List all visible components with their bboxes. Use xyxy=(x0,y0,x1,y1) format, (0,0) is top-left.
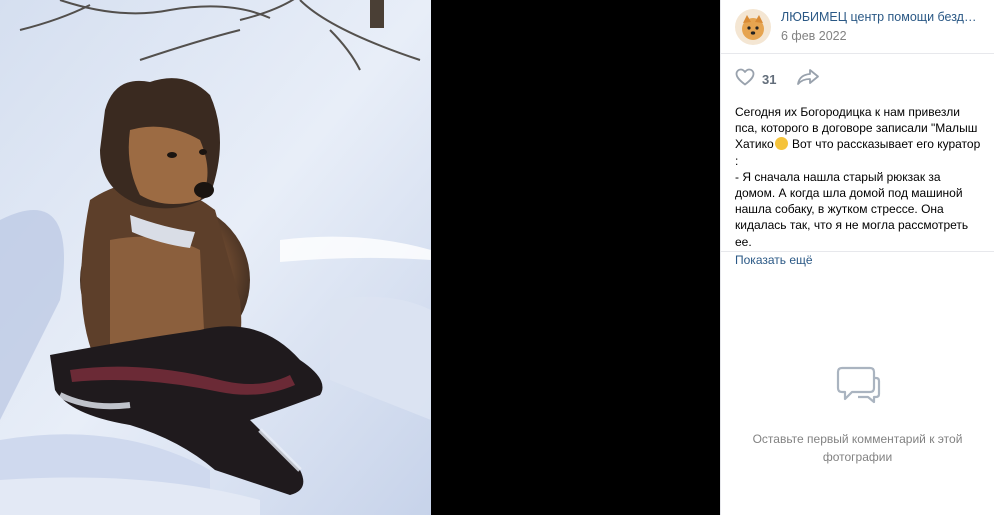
share-button[interactable] xyxy=(796,68,820,91)
dog-photo[interactable] xyxy=(0,0,431,515)
photo-viewer: ЛЮБИМЕЦ центр помощи бездомным 6 фев 202… xyxy=(0,0,994,515)
avatar[interactable] xyxy=(735,8,771,45)
empty-comments-text: Оставьте первый комментарий к этой фотог… xyxy=(752,432,963,464)
post-actions: 31 xyxy=(721,54,994,104)
post-date[interactable]: 6 фев 2022 xyxy=(781,28,980,44)
post-text-part-2: Вот что рассказывает его куратор : - Я с… xyxy=(735,137,981,249)
empty-comments: Оставьте первый комментарий к этой фотог… xyxy=(721,364,994,466)
photo-area[interactable] xyxy=(0,0,720,515)
divider xyxy=(721,251,994,252)
show-more-link[interactable]: Показать ещё xyxy=(721,250,994,268)
like-button[interactable]: 31 xyxy=(735,68,776,91)
share-arrow-icon xyxy=(796,68,820,91)
author-info: ЛЮБИМЕЦ центр помощи бездомным 6 фев 202… xyxy=(781,9,981,44)
post-author: ЛЮБИМЕЦ центр помощи бездомным 6 фев 202… xyxy=(721,0,994,54)
comment-bubbles-icon xyxy=(721,364,994,408)
like-count: 31 xyxy=(762,71,777,87)
sad-face-emoji-icon xyxy=(774,137,788,151)
photo-sidebar: ЛЮБИМЕЦ центр помощи бездомным 6 фев 202… xyxy=(720,0,994,515)
author-name[interactable]: ЛЮБИМЕЦ центр помощи бездомным xyxy=(781,9,981,25)
post-text: Сегодня их Богородицка к нам привезли пс… xyxy=(721,104,994,250)
heart-icon xyxy=(735,68,755,91)
